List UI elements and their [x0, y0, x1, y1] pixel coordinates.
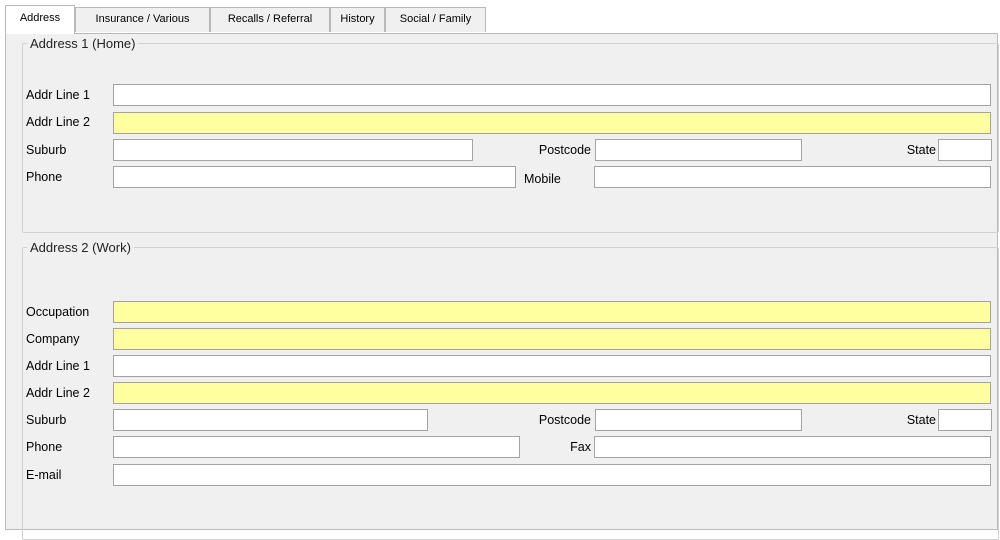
- work-state-label: State: [906, 413, 936, 427]
- work-company-field[interactable]: [113, 328, 991, 350]
- home-mobile-label: Mobile: [524, 172, 561, 186]
- work-addr2-label: Addr Line 2: [26, 386, 90, 400]
- home-suburb-label: Suburb: [26, 143, 67, 157]
- work-occupation-field[interactable]: [113, 301, 991, 323]
- work-addr1-label: Addr Line 1: [26, 359, 90, 373]
- home-addr2-label: Addr Line 2: [26, 115, 90, 129]
- work-fax-field[interactable]: [594, 436, 991, 458]
- home-state-field[interactable]: [938, 139, 992, 161]
- home-phone-field[interactable]: [113, 166, 516, 188]
- home-phone-label: Phone: [26, 170, 63, 184]
- work-postcode-label: Postcode: [538, 413, 591, 427]
- home-address-group: Address 1 (Home): [22, 36, 999, 233]
- work-addr2-field[interactable]: [113, 382, 991, 404]
- tab-social-family[interactable]: Social / Family: [385, 7, 486, 32]
- home-addr1-field[interactable]: [113, 84, 991, 106]
- tab-history[interactable]: History: [330, 7, 385, 32]
- home-addr1-label: Addr Line 1: [26, 88, 90, 102]
- home-state-label: State: [906, 143, 936, 157]
- home-address-title: Address 1 (Home): [30, 36, 136, 51]
- work-email-label: E-mail: [26, 468, 62, 482]
- work-address-title: Address 2 (Work): [30, 240, 131, 255]
- home-postcode-label: Postcode: [538, 143, 591, 157]
- address-panel: Address 1 (Home) Addr Line 1 Addr Line 2…: [5, 33, 999, 540]
- home-mobile-field[interactable]: [594, 166, 991, 188]
- tab-recalls-referral[interactable]: Recalls / Referral: [210, 7, 330, 32]
- work-fax-label: Fax: [570, 440, 591, 454]
- work-occupation-label: Occupation: [26, 305, 90, 319]
- tab-bar: Address Insurance / Various Recalls / Re…: [0, 0, 1000, 34]
- work-postcode-field[interactable]: [595, 409, 802, 431]
- tab-insurance-various[interactable]: Insurance / Various: [75, 7, 210, 32]
- work-suburb-field[interactable]: [113, 409, 428, 431]
- work-email-field[interactable]: [113, 464, 991, 486]
- work-company-label: Company: [26, 332, 80, 346]
- home-postcode-field[interactable]: [595, 139, 802, 161]
- home-suburb-field[interactable]: [113, 139, 473, 161]
- home-addr2-field[interactable]: [113, 112, 991, 134]
- work-phone-label: Phone: [26, 440, 63, 454]
- work-addr1-field[interactable]: [113, 355, 991, 377]
- work-phone-field[interactable]: [113, 436, 520, 458]
- work-state-field[interactable]: [938, 409, 992, 431]
- work-suburb-label: Suburb: [26, 413, 67, 427]
- tab-address[interactable]: Address: [5, 5, 75, 34]
